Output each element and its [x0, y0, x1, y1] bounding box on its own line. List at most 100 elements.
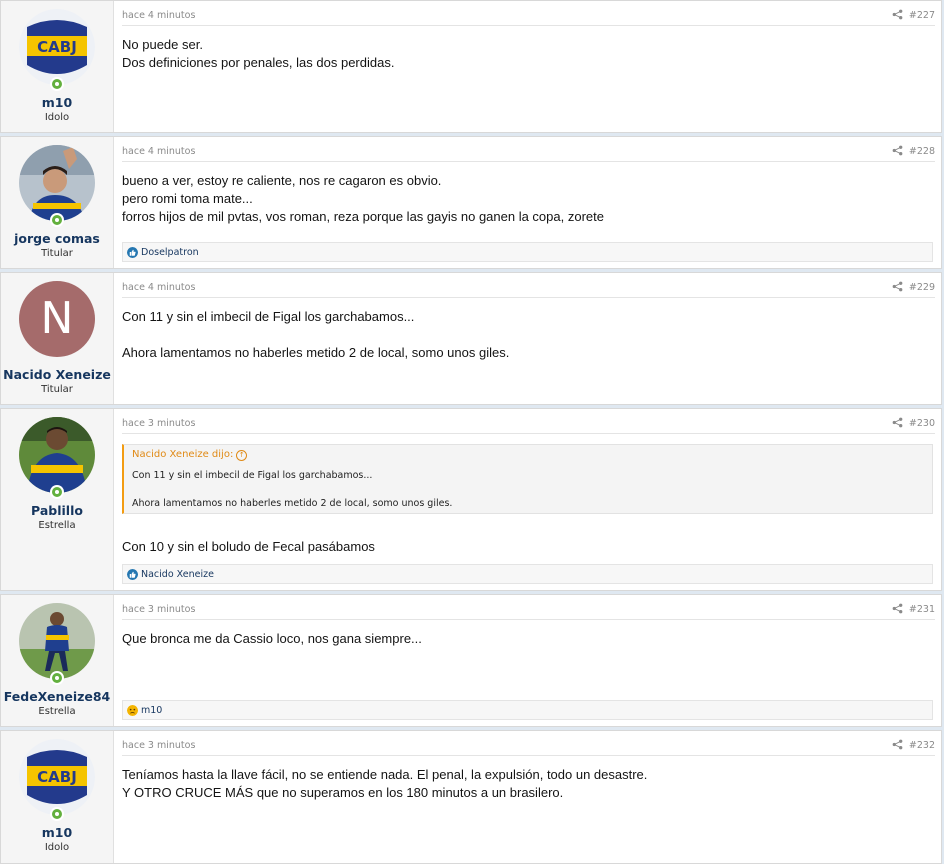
- avatar[interactable]: CABJ: [19, 739, 95, 815]
- username[interactable]: Pablillo: [1, 503, 113, 518]
- post-231: FedeXeneize84 Estrella hace 3 minutos #2…: [0, 594, 942, 727]
- share-icon[interactable]: [892, 281, 903, 292]
- avatar[interactable]: [19, 417, 95, 493]
- post-body: Que bronca me da Cassio loco, nos gana s…: [122, 630, 933, 648]
- reaction-users[interactable]: Nacido Xeneize: [141, 569, 214, 580]
- user-title: Titular: [41, 248, 73, 259]
- post-time[interactable]: hace 3 minutos: [122, 740, 195, 751]
- post-text-line: Con 11 y sin el imbecil de Figal los gar…: [122, 309, 415, 324]
- post-body: Con 10 y sin el boludo de Fecal pasábamo…: [122, 538, 933, 556]
- post-time[interactable]: hace 3 minutos: [122, 418, 195, 429]
- quote-block: Nacido Xeneize dijo: ↑ Con 11 y sin el im…: [122, 444, 933, 514]
- post-number[interactable]: #231: [909, 604, 935, 615]
- post-header: hace 3 minutos #232: [122, 731, 935, 756]
- share-icon[interactable]: [892, 603, 903, 614]
- avatar[interactable]: [19, 145, 95, 221]
- post-text-line: Ahora lamentamos no haberles metido 2 de…: [122, 345, 510, 360]
- post-body: bueno a ver, estoy re caliente, nos re c…: [122, 172, 933, 226]
- post-number[interactable]: #227: [909, 10, 935, 21]
- user-title: Titular: [41, 384, 73, 395]
- user-panel: CABJ m10 Idolo: [1, 1, 114, 132]
- user-photo-icon: [19, 417, 95, 493]
- reaction-users[interactable]: Doselpatron: [141, 247, 199, 258]
- avatar[interactable]: N: [19, 281, 95, 357]
- post-227: CABJ m10 Idolo hace 4 minutos #227 No pu…: [0, 0, 942, 133]
- quote-text-line: Ahora lamentamos no haberles metido 2 de…: [132, 498, 453, 509]
- post-number[interactable]: #229: [909, 282, 935, 293]
- share-icon[interactable]: [892, 9, 903, 20]
- post-header: hace 3 minutos #230: [122, 409, 935, 434]
- reactions-bar[interactable]: Doselpatron: [122, 242, 933, 262]
- avatar[interactable]: CABJ: [19, 9, 95, 85]
- post-time[interactable]: hace 4 minutos: [122, 282, 195, 293]
- user-panel: FedeXeneize84 Estrella: [1, 595, 114, 726]
- reactions-bar[interactable]: Nacido Xeneize: [122, 564, 933, 584]
- user-photo-icon: [19, 603, 95, 679]
- post-text-line: forros hijos de mil pvtas, vos roman, re…: [122, 209, 604, 224]
- post-body: Con 11 y sin el imbecil de Figal los gar…: [122, 308, 933, 362]
- reactions-bar[interactable]: m10: [122, 700, 933, 720]
- post-228: jorge comas Titular hace 4 minutos #228 …: [0, 136, 942, 269]
- sad-icon: [127, 705, 138, 716]
- quote-text-line: Con 11 y sin el imbecil de Figal los gar…: [132, 470, 373, 481]
- svg-text:CABJ: CABJ: [37, 38, 77, 56]
- post-header: hace 4 minutos #229: [122, 273, 935, 298]
- post-time[interactable]: hace 4 minutos: [122, 146, 195, 157]
- online-status-icon: [50, 213, 64, 227]
- post-header: hace 3 minutos #231: [122, 595, 935, 620]
- quote-author-link[interactable]: Nacido Xeneize dijo: ↑: [132, 449, 248, 461]
- cabj-logo-icon: CABJ: [19, 739, 95, 815]
- post-text-line: Y OTRO CRUCE MÁS que no superamos en los…: [122, 785, 564, 800]
- arrow-up-icon: ↑: [236, 450, 248, 461]
- user-panel: CABJ m10 Idolo: [1, 731, 114, 863]
- svg-text:CABJ: CABJ: [37, 768, 77, 786]
- quote-text: Con 11 y sin el imbecil de Figal los gar…: [132, 469, 452, 511]
- post-number[interactable]: #228: [909, 146, 935, 157]
- post-232: CABJ m10 Idolo hace 3 minutos #232 Tenía…: [0, 730, 942, 864]
- like-icon: [127, 569, 138, 580]
- share-icon[interactable]: [892, 739, 903, 750]
- username[interactable]: FedeXeneize84: [1, 689, 113, 704]
- post-229: N Nacido Xeneize Titular hace 4 minutos …: [0, 272, 942, 405]
- username[interactable]: m10: [1, 95, 113, 110]
- post-number[interactable]: #230: [909, 418, 935, 429]
- post-text-line: Dos definiciones por penales, las dos pe…: [122, 55, 395, 70]
- post-text-line: [122, 326, 933, 344]
- online-status-icon: [50, 485, 64, 499]
- username[interactable]: jorge comas: [1, 231, 113, 246]
- post-body: Teníamos hasta la llave fácil, no se ent…: [122, 766, 933, 802]
- post-time[interactable]: hace 3 minutos: [122, 604, 195, 615]
- post-230: Pablillo Estrella hace 3 minutos #230 Na…: [0, 408, 942, 591]
- user-panel: N Nacido Xeneize Titular: [1, 273, 114, 404]
- thread: CABJ m10 Idolo hace 4 minutos #227 No pu…: [0, 0, 944, 864]
- post-header: hace 4 minutos #228: [122, 137, 935, 162]
- quote-author: Nacido Xeneize dijo:: [132, 449, 234, 460]
- like-icon: [127, 247, 138, 258]
- post-text-line: Con 10 y sin el boludo de Fecal pasábamo…: [122, 539, 375, 554]
- post-text-line: Que bronca me da Cassio loco, nos gana s…: [122, 631, 422, 646]
- user-photo-icon: [19, 145, 95, 221]
- post-text-line: Teníamos hasta la llave fácil, no se ent…: [122, 767, 648, 782]
- quote-text-line: [132, 483, 452, 497]
- username[interactable]: m10: [1, 825, 113, 840]
- share-icon[interactable]: [892, 417, 903, 428]
- online-status-icon: [50, 77, 64, 91]
- user-panel: jorge comas Titular: [1, 137, 114, 268]
- post-header: hace 4 minutos #227: [122, 1, 935, 26]
- post-text-line: pero romi toma mate...: [122, 191, 253, 206]
- post-text-line: bueno a ver, estoy re caliente, nos re c…: [122, 173, 442, 188]
- reaction-users[interactable]: m10: [141, 705, 162, 716]
- avatar[interactable]: [19, 603, 95, 679]
- user-title: Estrella: [38, 520, 76, 531]
- letter-avatar: N: [19, 281, 95, 357]
- online-status-icon: [50, 671, 64, 685]
- user-title: Idolo: [44, 842, 70, 853]
- user-panel: Pablillo Estrella: [1, 409, 114, 590]
- username[interactable]: Nacido Xeneize: [1, 367, 113, 382]
- post-time[interactable]: hace 4 minutos: [122, 10, 195, 21]
- post-text-line: No puede ser.: [122, 37, 203, 52]
- share-icon[interactable]: [892, 145, 903, 156]
- post-number[interactable]: #232: [909, 740, 935, 751]
- post-body: No puede ser. Dos definiciones por penal…: [122, 36, 933, 72]
- user-title: Estrella: [38, 706, 76, 717]
